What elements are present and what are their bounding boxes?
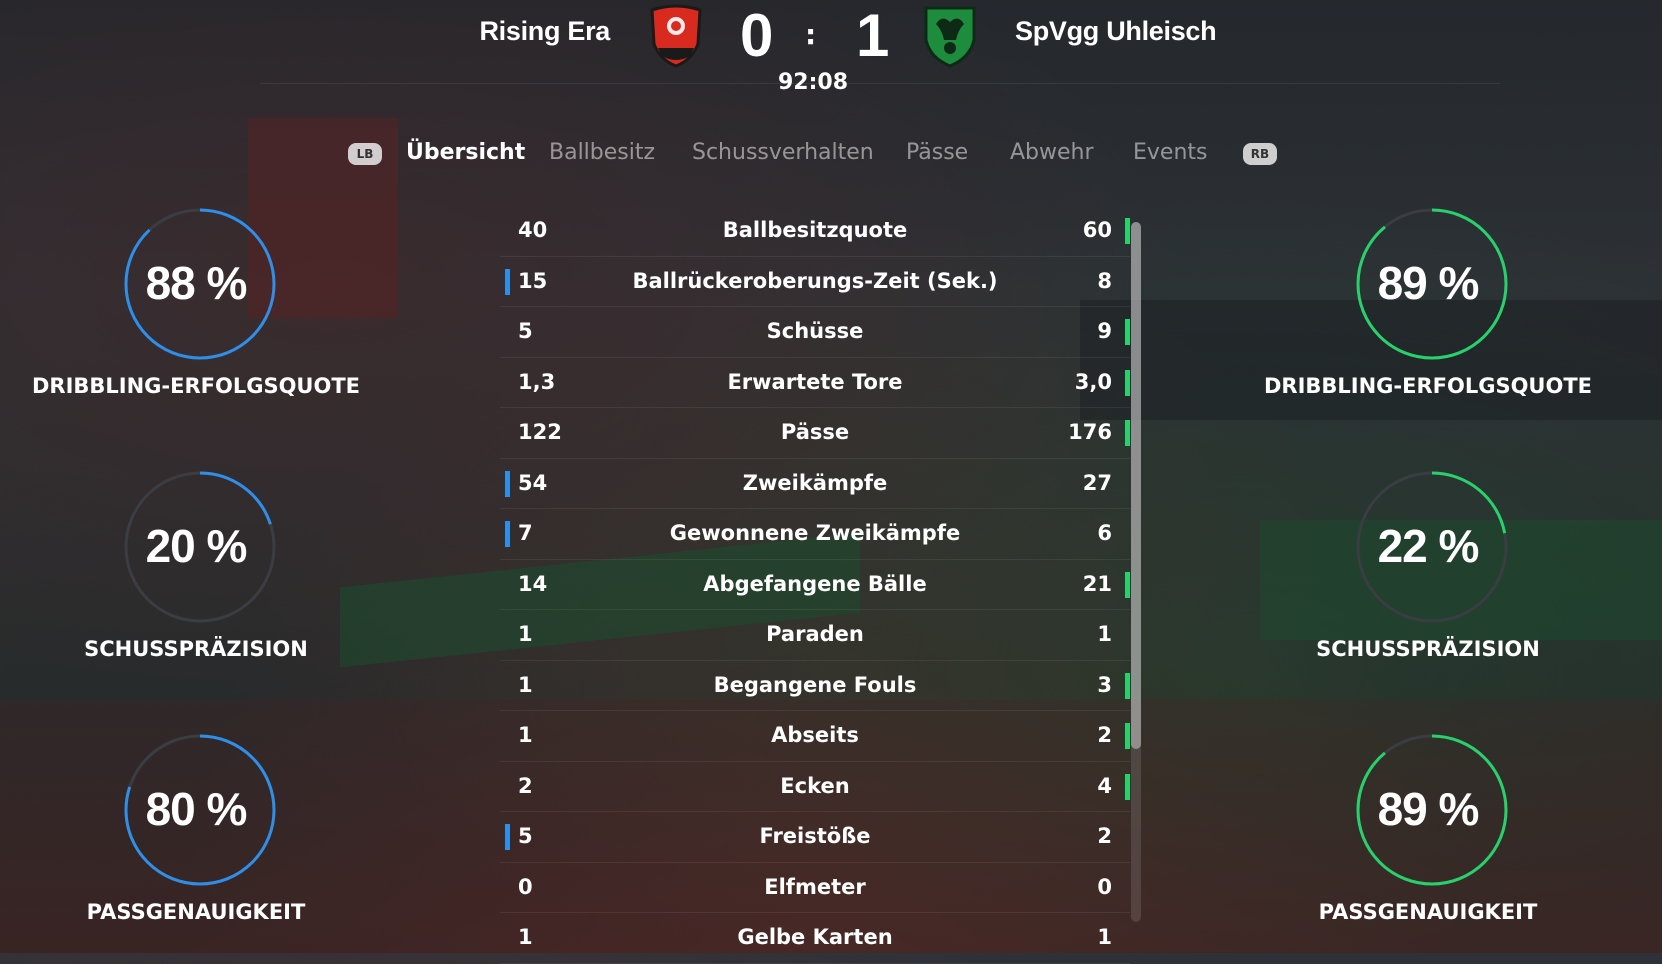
stat-away-value: 176: [1068, 420, 1112, 444]
stat-away-value: 2: [1097, 723, 1112, 747]
tab-abwehr[interactable]: Abwehr: [1010, 140, 1094, 165]
tab-events[interactable]: Events: [1133, 140, 1208, 165]
home-score: 0: [740, 2, 774, 69]
stat-label: Zweikämpfe: [742, 470, 888, 495]
lb-button-hint[interactable]: LB: [348, 143, 382, 165]
gauge-value: 22 %: [1377, 520, 1480, 572]
stat-row: 7 Gewonnene Zweikämpfe 6: [500, 509, 1130, 560]
stat-row: 5 Schüsse 9: [500, 307, 1130, 358]
stat-away-value: 1: [1097, 925, 1112, 949]
stat-away-value: 3: [1097, 672, 1112, 697]
stat-label: Erwartete Tore: [727, 369, 903, 394]
gauge-value: 89 %: [1377, 257, 1480, 309]
stat-label: Abseits: [771, 723, 859, 747]
gauge-value: 88 %: [145, 257, 248, 309]
stat-label: Schüsse: [766, 319, 864, 343]
away-gauge: 89 % PASSGENAUIGKEIT: [1248, 732, 1608, 932]
stat-label: Gewonnene Zweikämpfe: [669, 521, 961, 545]
stat-row: 40 Ballbesitzquote 60: [500, 206, 1130, 257]
stat-away-value: 27: [1082, 470, 1112, 495]
stat-away-value: 3,0: [1074, 369, 1112, 394]
stat-away-value: 9: [1097, 319, 1112, 343]
stat-label: Ballbesitzquote: [722, 218, 908, 242]
tab-uebersicht[interactable]: Übersicht: [406, 140, 525, 165]
gauge-value: 89 %: [1377, 783, 1480, 835]
home-team-name: Rising Era: [479, 16, 610, 46]
gauge-label: SCHUSSPRÄZISION: [84, 637, 308, 661]
stat-away-value: 2: [1097, 824, 1112, 848]
home-gauge: 88 % DRIBBLING-ERFOLGSQUOTE: [16, 206, 376, 406]
away-team-name: SpVgg Uhleisch: [1015, 16, 1217, 46]
gauge-label: PASSGENAUIGKEIT: [86, 900, 306, 924]
gauge-value: 80 %: [145, 783, 248, 835]
stat-row: 14 Abgefangene Bälle 21: [500, 560, 1130, 610]
score-separator: :: [805, 18, 817, 51]
stat-away-value: 1: [1097, 622, 1112, 646]
stats-table: 40 Ballbesitzquote 60 15 Ballrückeroberungs-…: [500, 206, 1130, 964]
stat-label: Ecken: [780, 773, 850, 798]
gauge-value: 20 %: [145, 520, 248, 572]
home-crest-icon: [650, 4, 702, 68]
stat-label: Begangene Fouls: [713, 672, 917, 697]
stat-away-value: 4: [1097, 773, 1112, 798]
gauge-label: DRIBBLING-ERFOLGSQUOTE: [1263, 374, 1593, 398]
away-score: 1: [856, 2, 890, 69]
stat-label: Elfmeter: [764, 874, 866, 899]
stat-label: Freistöße: [759, 824, 871, 848]
gauge-label: DRIBBLING-ERFOLGSQUOTE: [31, 374, 361, 398]
stats-tab-bar: LB Übersicht Ballbesitz Schussverhalten …: [0, 140, 1662, 174]
stat-away-value: 8: [1097, 268, 1112, 293]
stat-away-value: 6: [1097, 521, 1112, 545]
header-divider: [260, 83, 1500, 84]
stat-label: Ballrückeroberungs-Zeit (Sek.): [632, 268, 998, 293]
stat-away-value: 0: [1097, 874, 1112, 899]
stat-label: Paraden: [766, 622, 864, 646]
stats-scrollbar[interactable]: [1131, 222, 1141, 922]
gauge-label: SCHUSSPRÄZISION: [1316, 637, 1540, 661]
stat-row: 1,3 Erwartete Tore 3,0: [500, 358, 1130, 408]
stat-row: 0 Elfmeter 0: [500, 863, 1130, 913]
tab-paesse[interactable]: Pässe: [906, 140, 968, 165]
stats-scrollbar-thumb[interactable]: [1131, 222, 1141, 749]
stat-away-value: 21: [1082, 571, 1112, 596]
stat-row: 2 Ecken 4: [500, 762, 1130, 812]
away-crest-icon: [924, 6, 976, 68]
stat-row: 5 Freistöße 2: [500, 812, 1130, 863]
stat-away-value: 60: [1082, 218, 1112, 242]
stat-row: 1 Paraden 1: [500, 610, 1130, 661]
home-gauge: 20 % SCHUSSPRÄZISION: [16, 469, 376, 669]
stat-row: 1 Abseits 2: [500, 711, 1130, 762]
scoreboard-header: Rising Era 0 : 1 SpVgg Uhleisch 92:08: [0, 0, 1662, 100]
tab-ballbesitz[interactable]: Ballbesitz: [549, 140, 655, 165]
away-gauge: 22 % SCHUSSPRÄZISION: [1248, 469, 1608, 669]
stat-row: 15 Ballrückeroberungs-Zeit (Sek.) 8: [500, 257, 1130, 307]
stat-row: 54 Zweikämpfe 27: [500, 459, 1130, 509]
stat-label: Abgefangene Bälle: [703, 571, 927, 596]
gauge-label: PASSGENAUIGKEIT: [1318, 900, 1538, 924]
stat-row: 1 Begangene Fouls 3: [500, 661, 1130, 711]
stat-row: 122 Pässe 176: [500, 408, 1130, 459]
away-gauge: 89 % DRIBBLING-ERFOLGSQUOTE: [1248, 206, 1608, 406]
rb-button-hint[interactable]: RB: [1243, 143, 1277, 165]
stat-row: 1 Gelbe Karten 1: [500, 913, 1130, 964]
tab-schussverhalten[interactable]: Schussverhalten: [692, 140, 874, 165]
stat-label: Gelbe Karten: [737, 925, 893, 949]
home-gauge: 80 % PASSGENAUIGKEIT: [16, 732, 376, 932]
stat-label: Pässe: [780, 420, 850, 444]
